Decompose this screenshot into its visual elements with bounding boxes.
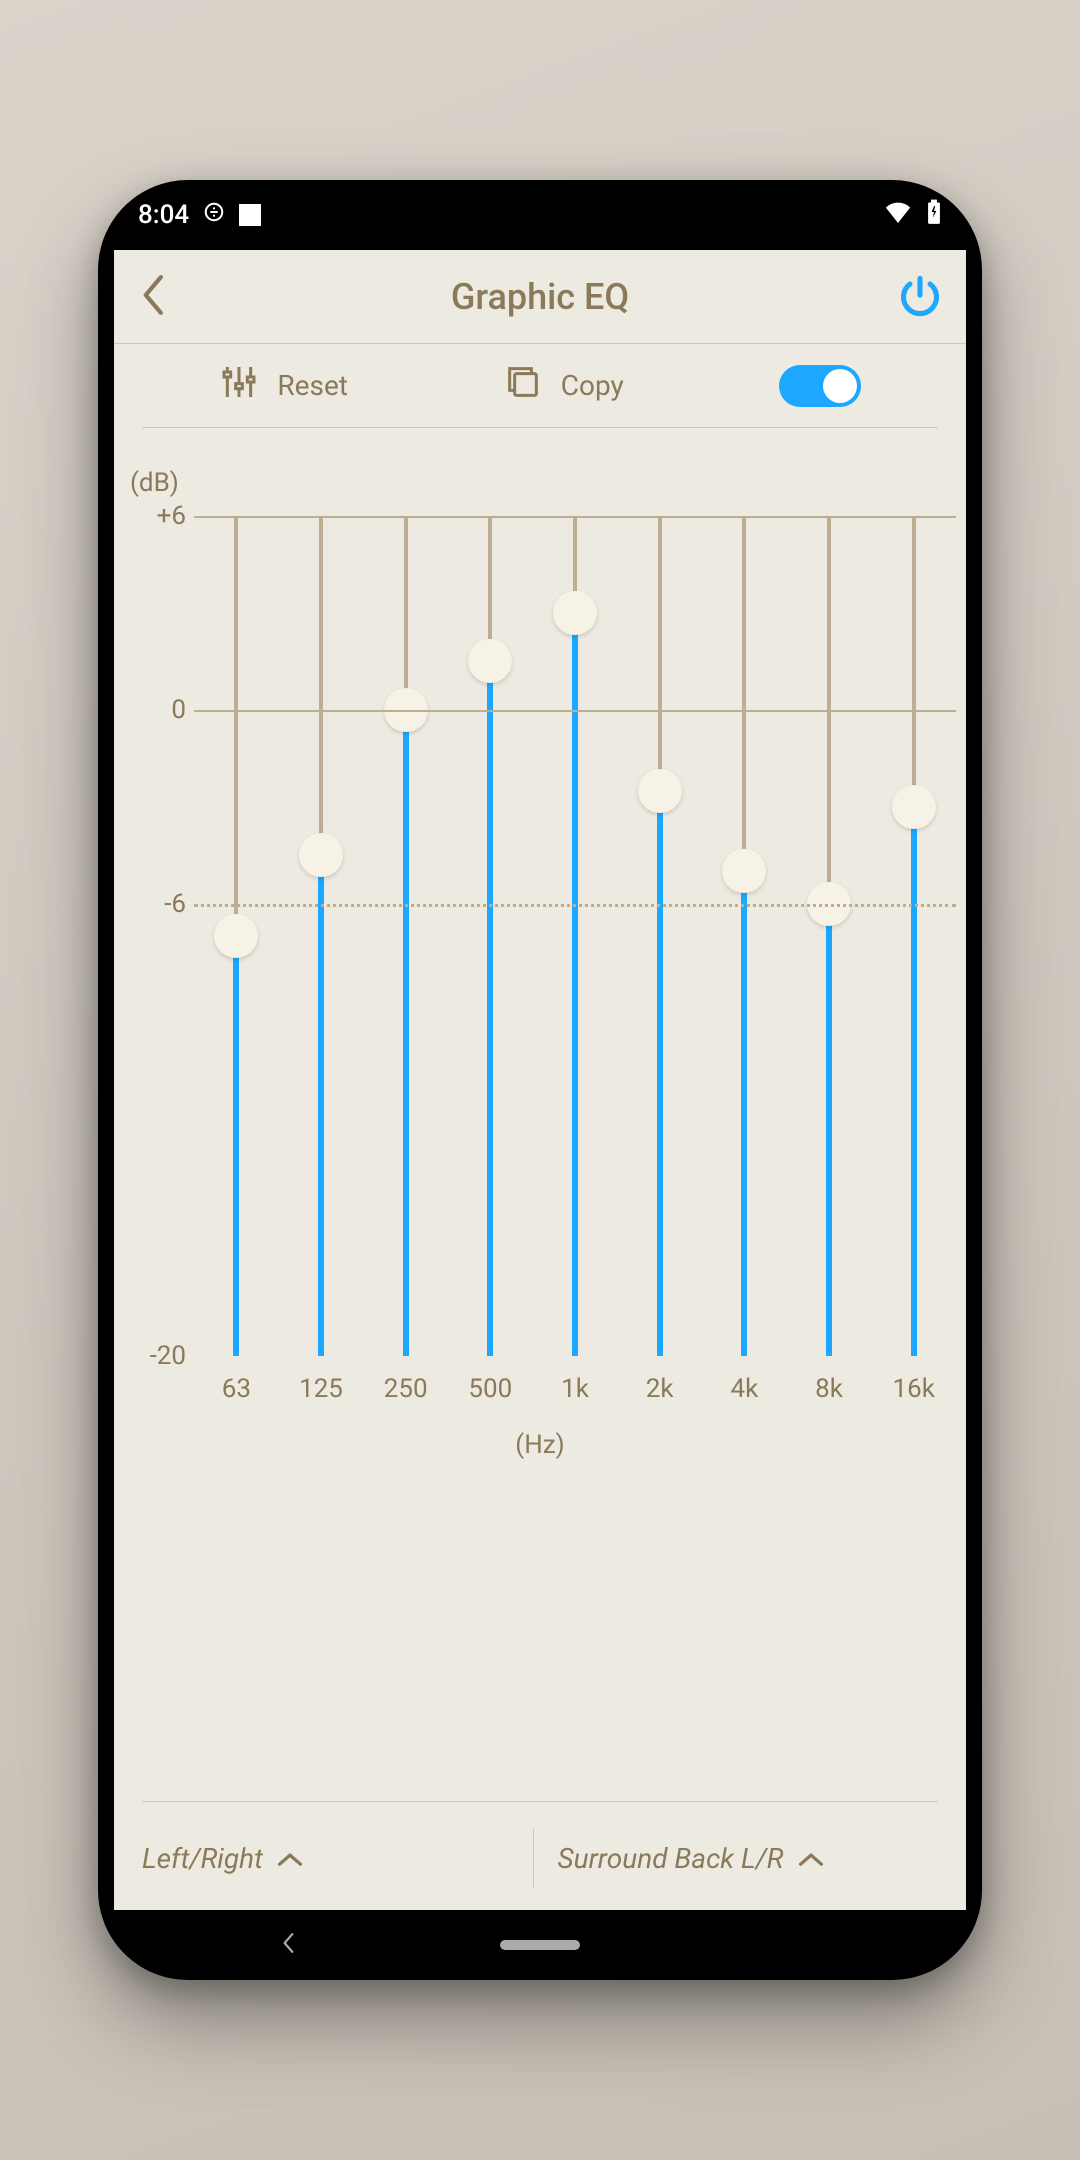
nav-home-pill[interactable] — [500, 1940, 580, 1950]
eq-band-4k — [702, 516, 787, 1356]
chevron-up-icon — [798, 1842, 824, 1875]
slider-thumb[interactable] — [722, 849, 766, 893]
toggle-knob — [823, 369, 857, 403]
copy-icon — [503, 362, 543, 409]
power-button[interactable] — [898, 273, 942, 321]
app-indicator-icon — [239, 204, 261, 226]
y-unit-label: (dB) — [124, 468, 956, 498]
x-tick-label: 8k — [787, 1374, 872, 1404]
channel-right-label: Surround Back L/R — [558, 1842, 784, 1875]
slider-fill — [403, 710, 409, 1356]
x-axis-labels: 631252505001k2k4k8k16k — [194, 1374, 956, 1404]
x-tick-label: 1k — [533, 1374, 618, 1404]
slider-thumb[interactable] — [299, 833, 343, 877]
x-tick-label: 250 — [363, 1374, 448, 1404]
eq-band-250 — [363, 516, 448, 1356]
eq-chart: (dB) +60-6-20 631252505001k2k4k8k16k (Hz… — [114, 428, 966, 1460]
slider-fill — [318, 855, 324, 1356]
slider-thumb[interactable] — [892, 785, 936, 829]
channel-selector-right[interactable]: Surround Back L/R — [544, 1828, 939, 1888]
x-tick-label: 4k — [702, 1374, 787, 1404]
chevron-up-icon — [277, 1842, 303, 1875]
back-button[interactable] — [138, 273, 170, 321]
toolbar: Reset Copy — [142, 344, 938, 428]
footer-divider — [533, 1828, 534, 1888]
x-tick-label: 2k — [617, 1374, 702, 1404]
x-tick-label: 500 — [448, 1374, 533, 1404]
status-bar: 8:04 — [98, 180, 982, 250]
sync-icon — [203, 200, 225, 230]
eq-band-125 — [279, 516, 364, 1356]
channel-left-label: Left/Right — [142, 1842, 263, 1875]
clock: 8:04 — [138, 200, 189, 230]
x-tick-label: 16k — [871, 1374, 956, 1404]
gridline — [194, 904, 956, 907]
eq-band-2k — [617, 516, 702, 1356]
copy-button[interactable]: Copy — [503, 362, 624, 409]
x-unit-label: (Hz) — [124, 1430, 956, 1460]
slider-fill — [826, 904, 832, 1356]
eq-tracks — [194, 516, 956, 1356]
sliders-icon — [219, 362, 259, 409]
slider-fill — [657, 791, 663, 1356]
channel-selector-left[interactable]: Left/Right — [142, 1828, 523, 1888]
android-nav-bar — [98, 1910, 982, 1980]
y-tick-label: 0 — [171, 695, 186, 725]
slider-thumb[interactable] — [214, 914, 258, 958]
y-tick-label: +6 — [157, 501, 186, 531]
gridline — [194, 710, 956, 712]
x-tick-label: 63 — [194, 1374, 279, 1404]
slider-thumb[interactable] — [468, 639, 512, 683]
battery-icon — [926, 199, 942, 232]
reset-button[interactable]: Reset — [219, 362, 348, 409]
eq-band-8k — [787, 516, 872, 1356]
y-tick-label: -20 — [150, 1341, 186, 1371]
wifi-icon — [884, 200, 912, 230]
slider-fill — [487, 661, 493, 1356]
eq-band-500 — [448, 516, 533, 1356]
page-title: Graphic EQ — [451, 276, 629, 318]
y-axis: +60-6-20 — [124, 516, 194, 1356]
y-tick-label: -6 — [164, 889, 186, 919]
eq-band-16k — [871, 516, 956, 1356]
gridline — [194, 516, 956, 518]
app-screen: Graphic EQ Reset — [114, 250, 966, 1910]
slider-fill — [741, 871, 747, 1356]
footer: Left/Right Surround Back L/R — [142, 1801, 938, 1888]
eq-enable-toggle[interactable] — [779, 365, 861, 407]
phone-frame: 8:04 Graphic EQ — [98, 180, 982, 1980]
reset-label: Reset — [277, 369, 348, 402]
slider-fill — [911, 807, 917, 1356]
slider-fill — [233, 936, 239, 1356]
eq-band-1k — [533, 516, 618, 1356]
eq-band-63 — [194, 516, 279, 1356]
slider-thumb[interactable] — [638, 769, 682, 813]
x-tick-label: 125 — [279, 1374, 364, 1404]
eq-plot-area: +60-6-20 — [194, 516, 956, 1356]
copy-label: Copy — [561, 369, 624, 402]
header: Graphic EQ — [114, 250, 966, 344]
slider-thumb[interactable] — [553, 591, 597, 635]
slider-fill — [572, 613, 578, 1356]
nav-back-icon[interactable] — [278, 1932, 300, 1958]
